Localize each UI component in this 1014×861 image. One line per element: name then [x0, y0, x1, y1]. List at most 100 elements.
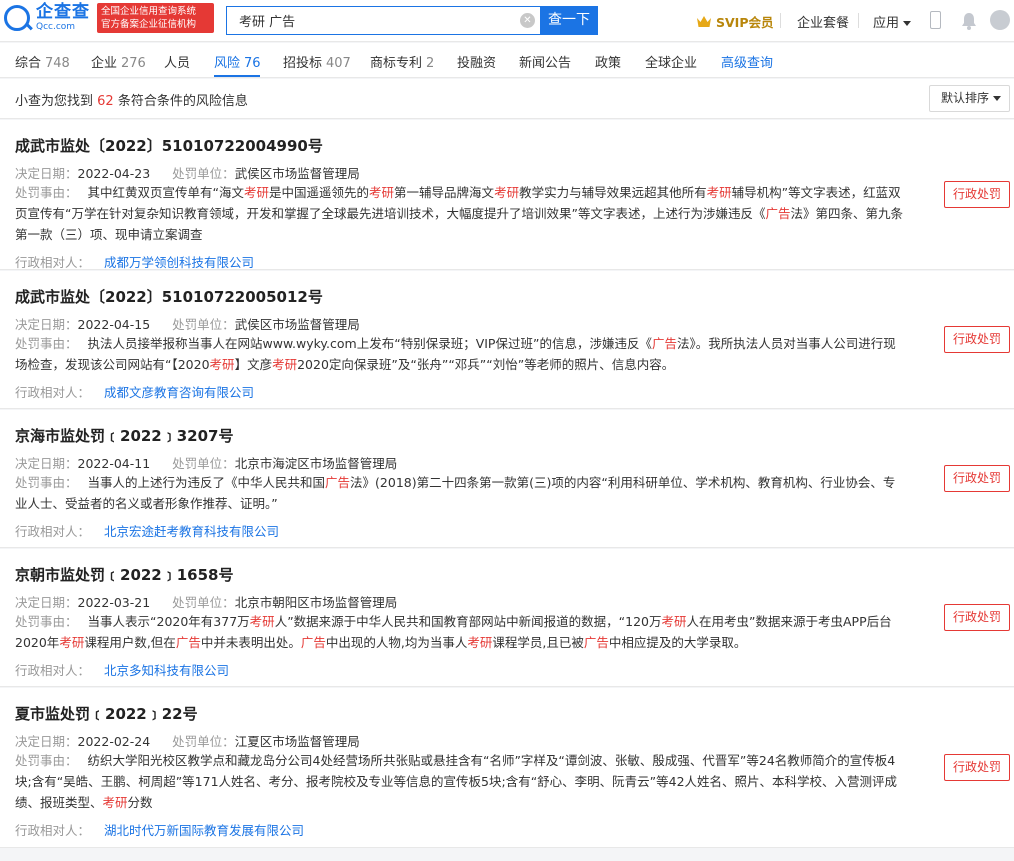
administrative-penalty-tag[interactable]: 行政处罚: [944, 465, 1010, 492]
sort-dropdown[interactable]: 默认排序: [929, 85, 1010, 112]
caret-down-icon: [993, 96, 1002, 101]
reason-text: 人”数据来源于中华人民共和国教育部网站中新闻报道的数据，“120万: [274, 614, 662, 629]
penalty-reason-label: 处罚事由：: [15, 614, 78, 629]
logo-mark-icon: [4, 5, 30, 31]
keyword-highlight: 考研: [706, 185, 732, 200]
record-title[interactable]: 京海市监处罚﹝2022﹞3207号: [15, 425, 234, 446]
keyword-highlight: 广告: [300, 635, 326, 650]
penalty-unit: 北京市朝阳区市场监督管理局: [234, 595, 398, 610]
tab-comprehensive[interactable]: 综合 748: [15, 52, 70, 71]
results-summary-bar: 小查为您找到 62 条符合条件的风险信息 默认排序: [0, 79, 1014, 119]
tab-policy[interactable]: 政策: [595, 52, 621, 71]
package-link[interactable]: 企业套餐: [797, 12, 849, 31]
reason-text: 中并未表明出处。: [200, 635, 301, 650]
reason-text: 当事人表示“2020年有377万: [87, 614, 250, 629]
penalty-unit: 北京市海淀区市场监督管理局: [234, 456, 398, 471]
penalty-unit-label: 处罚单位：: [172, 317, 235, 332]
administrative-party: 行政相对人： 成都文彦教育咨询有限公司: [15, 382, 254, 401]
tab-global-companies[interactable]: 全球企业: [645, 52, 697, 71]
decision-date-label: 决定日期：: [15, 595, 78, 610]
administrative-penalty-tag[interactable]: 行政处罚: [944, 754, 1010, 781]
penalty-reason: 处罚事由： 当事人的上述行为违反了《中华人民共和国广告法》(2018)第二十四条第…: [15, 472, 905, 514]
search-input[interactable]: 考研 广告: [226, 6, 541, 35]
tab-risk[interactable]: 风险 76: [214, 52, 261, 71]
reason-text: 第一辅导品牌海文: [394, 185, 495, 200]
record-meta: 决定日期：2022-04-15 处罚单位：武侯区市场监督管理局: [15, 314, 360, 333]
administrative-party: 行政相对人： 湖北时代万新国际教育发展有限公司: [15, 820, 304, 839]
header-divider: [858, 13, 859, 28]
clear-search-icon[interactable]: ✕: [520, 13, 535, 28]
keyword-highlight: 考研: [494, 185, 520, 200]
penalty-reason-label: 处罚事由：: [15, 475, 78, 490]
keyword-highlight: 考研: [209, 357, 235, 372]
party-label: 行政相对人：: [15, 823, 91, 838]
active-tab-underline: [214, 75, 260, 77]
record-meta: 决定日期：2022-03-21 处罚单位：北京市朝阳区市场监督管理局: [15, 592, 397, 611]
party-company-link[interactable]: 湖北时代万新国际教育发展有限公司: [104, 823, 304, 838]
penalty-reason: 处罚事由： 执法人员接举报称当事人在网站www.wyky.com上发布“特别保录班…: [15, 333, 905, 375]
party-label: 行政相对人：: [15, 255, 91, 270]
avatar-icon[interactable]: [990, 10, 1010, 30]
penalty-reason: 处罚事由： 当事人表示“2020年有377万考研人”数据来源于中华人民共和国教育部…: [15, 611, 905, 653]
record-title[interactable]: 夏市监处罚﹝2022﹞22号: [15, 703, 198, 724]
record-meta: 决定日期：2022-02-24 处罚单位：江夏区市场监督管理局: [15, 731, 360, 750]
administrative-party: 行政相对人： 成都万学领创科技有限公司: [15, 252, 254, 271]
phone-icon[interactable]: [930, 11, 941, 29]
tab-news[interactable]: 新闻公告: [519, 52, 571, 71]
keyword-highlight: 考研: [249, 614, 275, 629]
penalty-reason: 处罚事由： 纺织大学阳光校区教学点和藏龙岛分公司4处经营场所共张贴或悬挂含有“名师…: [15, 750, 905, 813]
decision-date-label: 决定日期：: [15, 456, 78, 471]
tab-company[interactable]: 企业 276: [91, 52, 146, 71]
party-label: 行政相对人：: [15, 524, 91, 539]
administrative-penalty-tag[interactable]: 行政处罚: [944, 604, 1010, 631]
record-title[interactable]: 成武市监处〔2022〕51010722005012号: [15, 286, 323, 307]
risk-record-card[interactable]: 成武市监处〔2022〕51010722005012号决定日期：2022-04-1…: [0, 271, 1014, 409]
bell-icon[interactable]: [961, 12, 977, 30]
party-company-link[interactable]: 北京宏途赶考教育科技有限公司: [104, 524, 279, 539]
penalty-unit: 武侯区市场监督管理局: [234, 166, 360, 181]
penalty-reason-label: 处罚事由：: [15, 185, 78, 200]
keyword-highlight: 考研: [272, 357, 298, 372]
party-label: 行政相对人：: [15, 663, 91, 678]
reason-text: 2020定向保录班”及“张舟”“邓兵”“刘怡”等老师的照片、信息内容。: [297, 357, 675, 372]
risk-record-card[interactable]: 夏市监处罚﹝2022﹞22号决定日期：2022-02-24 处罚单位：江夏区市场监…: [0, 688, 1014, 848]
keyword-highlight: 考研: [369, 185, 395, 200]
party-company-link[interactable]: 成都万学领创科技有限公司: [104, 255, 254, 270]
logo[interactable]: 企查查 Qcc.com: [4, 4, 90, 32]
reason-text: 课程学员,且已被: [492, 635, 584, 650]
party-company-link[interactable]: 成都文彦教育咨询有限公司: [104, 385, 254, 400]
reason-text: 课程用户数,但在: [84, 635, 176, 650]
risk-record-card[interactable]: 成武市监处〔2022〕51010722004990号 决定日期：2022-04-2…: [0, 120, 1014, 270]
svip-link[interactable]: SVIP会员: [696, 12, 774, 31]
apps-menu[interactable]: 应用: [873, 12, 912, 31]
administrative-penalty-tag[interactable]: 行政处罚: [944, 326, 1010, 353]
penalty-reason: 处罚事由： 其中红黄双页宣传单有“海文考研是中国遥遥领先的考研第一辅导品牌海文考研…: [15, 182, 905, 245]
category-tabs: 综合 748 企业 276 人员 风险 76 招投标 407 商标专利 2 投融资 新闻公…: [0, 43, 1014, 78]
penalty-unit: 江夏区市场监督管理局: [234, 734, 360, 749]
tab-trademark-patent[interactable]: 商标专利 2: [370, 52, 434, 71]
record-title[interactable]: 成武市监处〔2022〕51010722004990号: [15, 135, 323, 156]
top-header: 企查查 Qcc.com 全国企业信用查询系统 官方备案企业征信机构 考研 广告 …: [0, 0, 1014, 42]
risk-record-card[interactable]: 京朝市监处罚﹝2022﹞1658号决定日期：2022-03-21 处罚单位：北京市…: [0, 549, 1014, 687]
administrative-penalty-tag[interactable]: 行政处罚: [944, 181, 1010, 208]
penalty-unit-label: 处罚单位：: [172, 734, 235, 749]
tab-investment[interactable]: 投融资: [457, 52, 496, 71]
risk-record-card[interactable]: 京海市监处罚﹝2022﹞3207号 决定日期：2022-04-11 处罚单位：北京市…: [0, 410, 1014, 548]
tab-person[interactable]: 人员: [164, 52, 190, 71]
keyword-highlight: 广告: [175, 635, 201, 650]
record-title[interactable]: 京朝市监处罚﹝2022﹞1658号: [15, 564, 234, 585]
keyword-highlight: 考研: [661, 614, 687, 629]
penalty-unit-label: 处罚单位：: [172, 456, 235, 471]
reason-text: 是中国遥遥领先的: [269, 185, 370, 200]
reason-text: 教学实力与辅导效果远超其他所有: [519, 185, 707, 200]
administrative-party: 行政相对人： 北京宏途赶考教育科技有限公司: [15, 521, 279, 540]
party-company-link[interactable]: 北京多知科技有限公司: [104, 663, 229, 678]
search-button[interactable]: 查一下: [540, 6, 598, 35]
tab-advanced-search[interactable]: 高级查询: [721, 52, 773, 71]
penalty-reason-label: 处罚事由：: [15, 336, 78, 351]
party-label: 行政相对人：: [15, 385, 91, 400]
tab-bidding[interactable]: 招投标 407: [283, 52, 351, 71]
administrative-party: 行政相对人： 北京多知科技有限公司: [15, 660, 229, 679]
logo-domain: Qcc.com: [36, 22, 76, 32]
logo-title: 企查查: [36, 2, 90, 22]
